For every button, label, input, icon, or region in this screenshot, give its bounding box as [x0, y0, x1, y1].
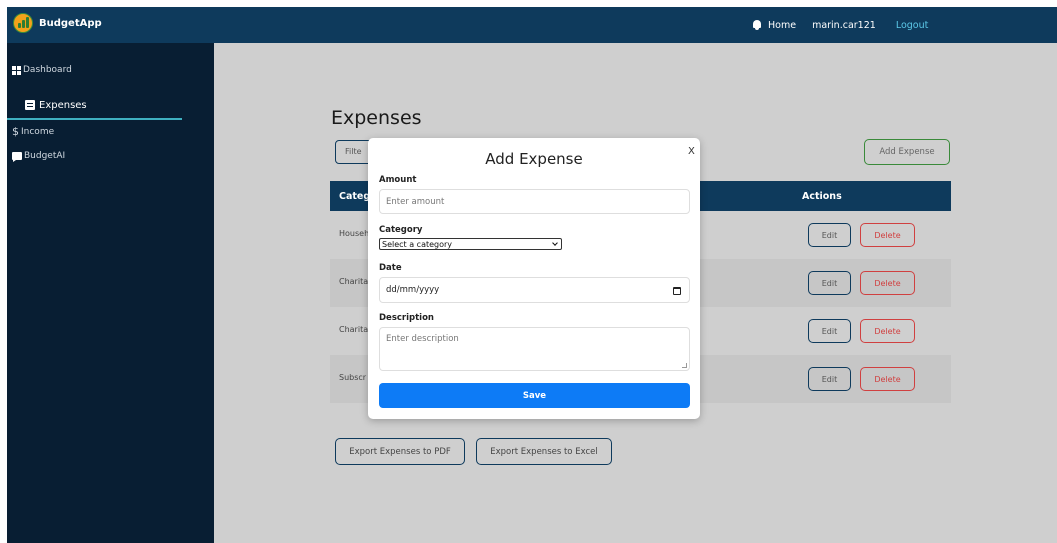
- edit-button[interactable]: Edit: [808, 367, 851, 391]
- delete-button[interactable]: Delete: [860, 271, 915, 295]
- row-category: Charita: [339, 325, 369, 334]
- delete-button[interactable]: Delete: [860, 223, 915, 247]
- sidebar-item-label: BudgetAI: [24, 151, 66, 161]
- calendar-icon[interactable]: [673, 287, 681, 295]
- dollar-icon: $: [12, 125, 19, 138]
- description-field[interactable]: Enter description: [379, 327, 690, 371]
- export-excel-button[interactable]: Export Expenses to Excel: [476, 438, 612, 465]
- top-nav-links: Home marin.car121 Logout: [752, 7, 928, 43]
- edit-button[interactable]: Edit: [808, 271, 851, 295]
- delete-button[interactable]: Delete: [860, 367, 915, 391]
- delete-button[interactable]: Delete: [860, 319, 915, 343]
- date-label: Date: [379, 263, 402, 273]
- export-pdf-button[interactable]: Export Expenses to PDF: [335, 438, 465, 465]
- amount-field[interactable]: Enter amount: [379, 189, 690, 214]
- amount-label: Amount: [379, 175, 417, 185]
- edit-button[interactable]: Edit: [808, 319, 851, 343]
- row-category: Subscr: [339, 373, 367, 382]
- date-field[interactable]: dd/mm/yyyy: [379, 277, 690, 303]
- category-label: Category: [379, 225, 423, 235]
- column-header-actions: Actions: [802, 191, 842, 202]
- document-icon: [25, 100, 35, 110]
- date-placeholder: dd/mm/yyyy: [386, 285, 440, 295]
- chat-icon: [12, 152, 22, 162]
- description-label: Description: [379, 313, 434, 323]
- sidebar: Dashboard Expenses $ Income BudgetAI: [7, 43, 214, 543]
- app-frame: BudgetApp Home marin.car121 Logout Dashb…: [7, 7, 1057, 543]
- top-navbar: BudgetApp Home marin.car121 Logout: [7, 7, 1057, 43]
- page-title: Expenses: [331, 107, 422, 129]
- add-expense-button[interactable]: Add Expense: [864, 139, 950, 165]
- category-select[interactable]: Select a category: [379, 238, 562, 250]
- sidebar-item-budgetai[interactable]: BudgetAI: [12, 151, 66, 162]
- chevron-down-icon: [552, 240, 558, 246]
- column-header-category: Categ: [339, 191, 371, 202]
- nav-logout-link[interactable]: Logout: [896, 20, 929, 31]
- category-selected-value: Select a category: [382, 239, 453, 249]
- add-expense-modal: Add Expense X Amount Enter amount Catego…: [368, 138, 700, 419]
- brand[interactable]: BudgetApp: [13, 13, 102, 33]
- modal-title: Add Expense: [485, 150, 583, 168]
- budgetapp-logo-icon: [13, 13, 33, 33]
- close-icon[interactable]: X: [688, 146, 695, 157]
- row-category: Charita: [339, 277, 369, 286]
- sidebar-item-expenses[interactable]: Expenses: [7, 92, 182, 120]
- sidebar-item-label: Dashboard: [23, 65, 72, 75]
- description-placeholder: Enter description: [386, 334, 459, 344]
- nav-username[interactable]: marin.car121: [812, 20, 876, 31]
- nav-home-link[interactable]: Home: [768, 20, 796, 31]
- sidebar-item-label: Expenses: [39, 99, 87, 111]
- save-button[interactable]: Save: [379, 383, 690, 408]
- dashboard-icon: [12, 65, 21, 75]
- row-category: Househ: [339, 229, 370, 238]
- sidebar-item-dashboard[interactable]: Dashboard: [12, 65, 72, 75]
- brand-name: BudgetApp: [39, 17, 102, 29]
- edit-button[interactable]: Edit: [808, 223, 851, 247]
- resize-handle-icon[interactable]: [682, 363, 687, 368]
- sidebar-item-income[interactable]: $ Income: [12, 125, 54, 138]
- sidebar-item-label: Income: [21, 126, 55, 137]
- bell-icon[interactable]: [752, 20, 762, 30]
